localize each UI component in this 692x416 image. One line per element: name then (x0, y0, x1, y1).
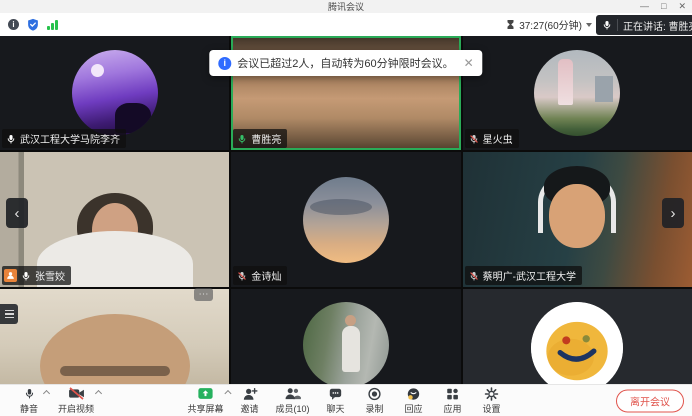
reaction-button[interactable]: 回应 (401, 387, 427, 415)
participant-name: 武汉工程大学马院李齐 (20, 131, 120, 146)
participant-name: 张雪姣 (35, 268, 65, 283)
mic-muted-icon (469, 270, 479, 282)
layout-list-button[interactable] (0, 304, 18, 324)
video-tile-4[interactable]: 张雪姣 (0, 152, 229, 287)
host-badge-icon (4, 269, 17, 282)
avatar (531, 302, 623, 384)
video-tile-9[interactable] (463, 289, 692, 384)
tencent-meeting-window: 腾讯会议 — □ ✕ i 37:27(60分钟) (0, 0, 692, 416)
window-title: 腾讯会议 (328, 0, 364, 13)
close-button[interactable]: ✕ (678, 2, 686, 11)
share-screen-icon (197, 387, 213, 401)
participant-label: 蔡明广-武汉工程大学 (465, 266, 582, 285)
participant-label: 曹胜亮 (233, 129, 287, 148)
mute-button[interactable]: 静音 (16, 387, 42, 415)
mic-muted-icon (469, 133, 479, 145)
chevron-up-icon[interactable] (224, 389, 231, 396)
leave-meeting-button[interactable]: 离开会议 (616, 389, 684, 412)
start-video-button[interactable]: 开启视频 (58, 387, 94, 415)
participant-name: 金诗灿 (251, 268, 281, 283)
reaction-icon (407, 387, 421, 401)
tile-more-button[interactable]: ⋯ (194, 288, 213, 301)
chevron-up-icon[interactable] (43, 389, 50, 396)
chevron-down-icon (586, 23, 592, 27)
apps-grid-icon (446, 387, 460, 401)
video-tile-5[interactable]: 金诗灿 (231, 152, 460, 287)
network-signal-icon[interactable] (47, 20, 58, 30)
members-button[interactable]: 成员(10) (276, 387, 310, 415)
avatar (303, 302, 389, 384)
toolbar-center-group: 共享屏幕 邀请 (187, 387, 504, 415)
share-screen-button[interactable]: 共享屏幕 (187, 387, 223, 415)
members-icon (284, 387, 301, 401)
apps-button[interactable]: 应用 (440, 387, 466, 415)
maximize-button[interactable]: □ (661, 2, 666, 11)
participant-name: 星火虫 (483, 131, 513, 146)
toolbar-left-group: 静音 开启视频 (16, 387, 94, 415)
active-speaker-badge: 正在讲话: 曹胜亮 (596, 15, 692, 35)
microphone-icon (24, 387, 35, 401)
camera-off-icon (68, 387, 85, 401)
hourglass-icon (506, 19, 515, 30)
participant-name: 曹胜亮 (251, 131, 281, 146)
participant-label: 武汉工程大学马院李齐 (2, 129, 126, 148)
invite-person-icon (242, 387, 257, 401)
video-tile-7[interactable] (0, 289, 229, 384)
settings-gear-icon (485, 387, 499, 401)
timer-text: 37:27(60分钟) (519, 17, 582, 32)
meeting-info-icon[interactable]: i (8, 19, 19, 30)
banner-close-icon[interactable]: ✕ (464, 56, 474, 70)
video-tile-8[interactable] (231, 289, 460, 384)
participant-label: 金诗灿 (233, 266, 287, 285)
previous-page-button[interactable]: ‹ (6, 198, 28, 228)
divider (617, 19, 618, 31)
chat-bubble-icon (329, 387, 343, 401)
meeting-toolbar: 静音 开启视频 (0, 384, 692, 416)
avatar (303, 177, 389, 263)
record-icon (368, 387, 382, 401)
participant-label: 星火虫 (465, 129, 519, 148)
status-icons: i (8, 18, 58, 31)
settings-button[interactable]: 设置 (479, 387, 505, 415)
meeting-timer[interactable]: 37:27(60分钟) (506, 17, 592, 32)
chevron-up-icon[interactable] (95, 389, 102, 396)
info-circle-icon: i (218, 57, 231, 70)
video-tile-3[interactable]: 星火虫 (463, 36, 692, 150)
avatar (534, 50, 620, 136)
security-shield-icon[interactable] (27, 18, 39, 31)
mic-on-icon (6, 133, 16, 145)
chat-button[interactable]: 聊天 (323, 387, 349, 415)
minimize-button[interactable]: — (640, 2, 649, 11)
banner-text: 会议已超过2人，自动转为60分钟限时会议。 (237, 55, 453, 71)
next-page-button[interactable]: › (662, 198, 684, 228)
invite-button[interactable]: 邀请 (237, 387, 263, 415)
mic-speaking-icon (237, 133, 247, 145)
meeting-limit-banner: i 会议已超过2人，自动转为60分钟限时会议。 ✕ (209, 50, 482, 76)
avatar (72, 50, 158, 136)
microphone-icon (602, 19, 612, 31)
meeting-info-bar: i 37:27(60分钟) 正在讲话: 曹胜亮 (0, 13, 692, 36)
video-tile-1[interactable]: 武汉工程大学马院李齐 (0, 36, 229, 150)
participant-label: 张雪姣 (2, 266, 71, 285)
window-controls: — □ ✕ (640, 0, 686, 13)
smiley-avatar-icon (531, 302, 623, 384)
mic-muted-icon (237, 270, 247, 282)
video-grid: 武汉工程大学马院李齐 曹胜亮 (0, 36, 692, 384)
video-tile-6[interactable]: 蔡明广-武汉工程大学 (463, 152, 692, 287)
title-bar: 腾讯会议 — □ ✕ (0, 0, 692, 13)
participant-name: 蔡明广-武汉工程大学 (483, 268, 576, 283)
speaking-text: 正在讲话: 曹胜亮 (623, 18, 692, 33)
record-button[interactable]: 录制 (362, 387, 388, 415)
video-content (549, 184, 605, 248)
mic-on-icon (21, 270, 31, 282)
